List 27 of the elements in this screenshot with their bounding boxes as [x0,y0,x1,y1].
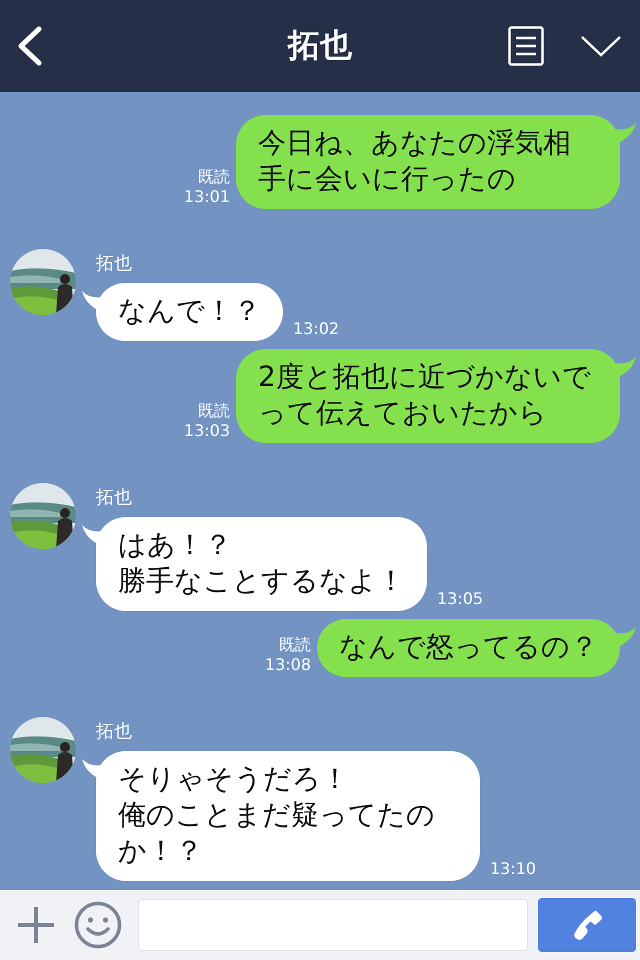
message-text: なんで怒ってるの？ [339,629,598,665]
message-text: 勝手なことするなよ！ [118,563,405,599]
sender-name: 拓也 [96,486,133,509]
emoji-icon[interactable] [74,901,122,949]
menu-icon[interactable] [508,26,544,66]
chat-title: 拓也 [288,25,352,66]
message-time: 13:03 [184,421,230,441]
chevron-down-icon[interactable] [580,34,622,58]
message-time: 13:08 [264,655,311,675]
message-text: そりゃそうだろ！ [118,761,349,797]
message-text: なんで！？ [118,293,261,329]
message-text: 2度と拓也に近づかないでって伝えておいたから [258,359,592,431]
message-time: 13:05 [437,589,484,609]
read-receipt: 既読 [279,635,311,655]
message-input[interactable] [138,899,528,951]
message-time: 13:01 [184,187,230,207]
sender-name: 拓也 [96,252,133,275]
message-text: 今日ね、あなたの浮気相手に会いに行ったの [258,125,572,197]
message-text: はあ！？ [118,527,232,563]
read-receipt: 既読 [198,167,230,187]
message-text: 俺のことまだ疑ってたのか！？ [118,797,436,869]
message-time: 13:10 [490,859,536,879]
sender-name: 拓也 [96,720,133,743]
message-time: 13:02 [293,319,340,339]
call-button[interactable] [538,898,636,952]
read-receipt: 既読 [198,401,230,421]
plus-icon[interactable] [16,905,56,945]
